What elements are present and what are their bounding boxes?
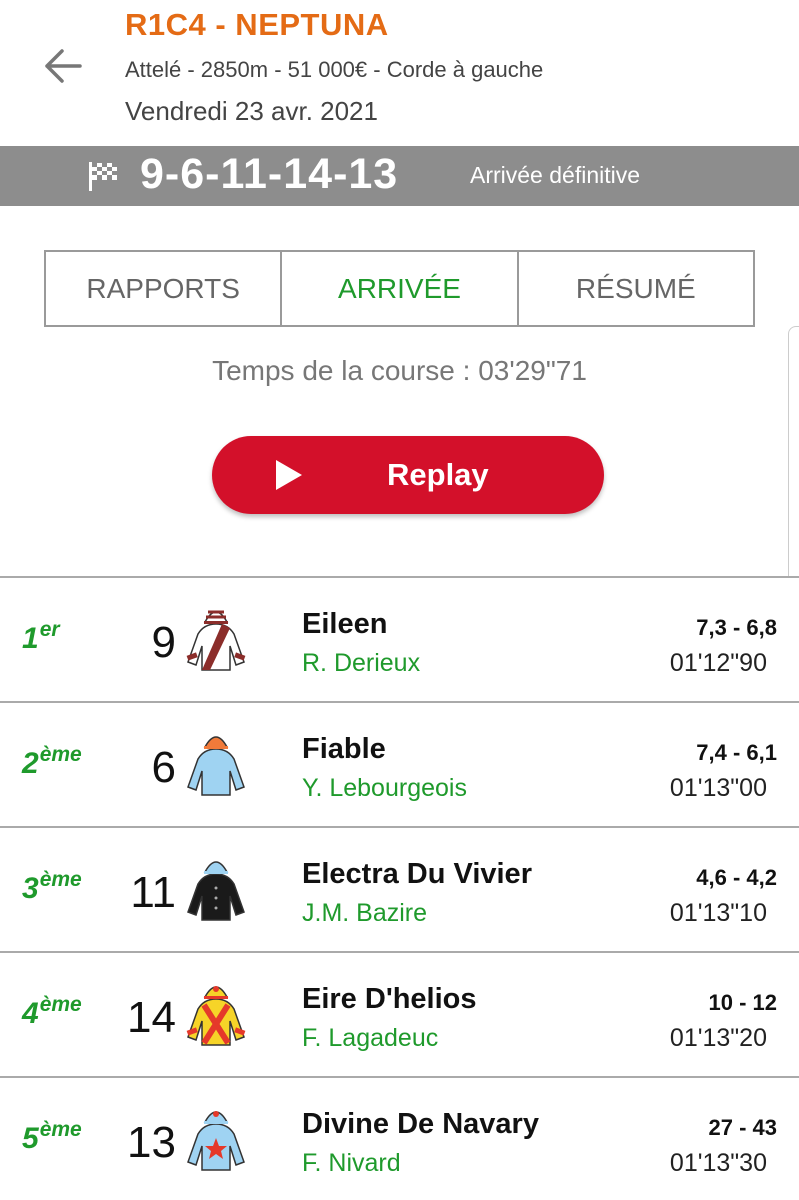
odds: 27 - 43 [708, 1115, 778, 1140]
arrival-numbers: 9-6-11-14-13 [140, 150, 399, 198]
result-row[interactable]: 5ème 13 Divine De Navary F. Nivard 27 - … [0, 1076, 799, 1200]
black-blue-cap-icon [187, 861, 245, 921]
horse-name: Electra Du Vivier [302, 858, 532, 890]
rank-number: 5 [22, 1122, 39, 1155]
result-row[interactable]: 1er 9 Eileen R. Derieux 7,3 - 6,8 01'12"… [0, 576, 799, 701]
yellow-red-cross-icon [186, 986, 246, 1046]
tab-rapports[interactable]: RAPPORTS [46, 252, 283, 325]
odds: 10 - 12 [708, 990, 778, 1015]
rank-number: 1 [22, 622, 39, 655]
horse-number: 6 [151, 743, 176, 792]
rank-number: 2 [22, 747, 39, 780]
rank: 4ème [22, 993, 82, 1031]
finish-time: 01'13"30 [669, 1149, 767, 1177]
tab-arrivee[interactable]: ARRIVÉE [282, 252, 519, 325]
rank: 5ème [22, 1118, 82, 1156]
race-header: R1C4 - NEPTUNA Attelé - 2850m - 51 000€ … [0, 0, 799, 146]
driver-name: Y. Lebourgeois [302, 774, 467, 802]
arrow-left-icon [45, 49, 82, 83]
rank-suffix: ème [39, 743, 82, 766]
race-info: Attelé - 2850m - 51 000€ - Corde à gauch… [125, 57, 544, 82]
horse-name: Fiable [302, 733, 386, 765]
driver-name: F. Nivard [302, 1149, 401, 1177]
checkered-flag-icon [89, 162, 117, 191]
results-list: 1er 9 Eileen R. Derieux 7,3 - 6,8 01'12"… [0, 576, 799, 1200]
race-date: Vendredi 23 avr. 2021 [125, 96, 378, 126]
rank-number: 4 [22, 997, 39, 1030]
horse-name: Eire D'helios [302, 983, 477, 1015]
horse-name: Eileen [302, 608, 388, 640]
play-icon [276, 460, 302, 490]
replay-label: Replay [387, 457, 489, 492]
race-title: R1C4 - NEPTUNA [125, 7, 389, 42]
finish-time: 01'12"90 [669, 649, 767, 677]
rank: 2ème [22, 743, 82, 781]
rank: 1er [22, 618, 60, 656]
tab-bar: RAPPORTS ARRIVÉE RÉSUMÉ [44, 250, 755, 327]
odds: 7,3 - 6,8 [696, 615, 777, 640]
rank: 3ème [22, 868, 82, 906]
horse-name: Divine De Navary [302, 1108, 539, 1140]
driver-name: F. Lagadeuc [302, 1024, 439, 1052]
light-blue-red-star-icon [187, 1111, 245, 1171]
result-row[interactable]: 2ème 6 Fiable Y. Lebourgeois 7,4 - 6,1 0… [0, 701, 799, 826]
odds: 4,6 - 4,2 [696, 865, 777, 890]
tab-resume[interactable]: RÉSUMÉ [519, 252, 753, 325]
result-row[interactable]: 4ème 14 Eire D'helios F. Lagadeuc 10 - 1… [0, 951, 799, 1076]
light-blue-orange-cap-icon [187, 736, 245, 796]
replay-button[interactable]: Replay [212, 436, 604, 514]
finish-time: 01'13"00 [669, 774, 767, 802]
horse-number: 9 [151, 618, 176, 667]
rank-suffix: ème [39, 868, 82, 891]
arrival-bar: 9-6-11-14-13 Arrivée définitive [0, 146, 799, 206]
odds: 7,4 - 6,1 [696, 740, 777, 765]
rank-number: 3 [22, 872, 39, 905]
white-brown-sash-icon [186, 610, 246, 671]
driver-name: R. Derieux [302, 649, 421, 677]
rank-suffix: er [39, 618, 60, 641]
rank-suffix: ème [39, 1118, 82, 1141]
horse-number: 11 [130, 868, 176, 917]
finish-time: 01'13"20 [669, 1024, 767, 1052]
back-button[interactable] [36, 40, 88, 92]
rank-suffix: ème [39, 993, 82, 1016]
race-time: Temps de la course : 03'29"71 [212, 355, 587, 386]
driver-name: J.M. Bazire [302, 899, 428, 927]
result-row[interactable]: 3ème 11 Electra Du Vivier J.M. Bazire 4,… [0, 826, 799, 951]
horse-number: 14 [127, 993, 176, 1042]
arrival-status: Arrivée définitive [470, 162, 641, 188]
horse-number: 13 [127, 1118, 176, 1167]
finish-time: 01'13"10 [669, 899, 767, 927]
